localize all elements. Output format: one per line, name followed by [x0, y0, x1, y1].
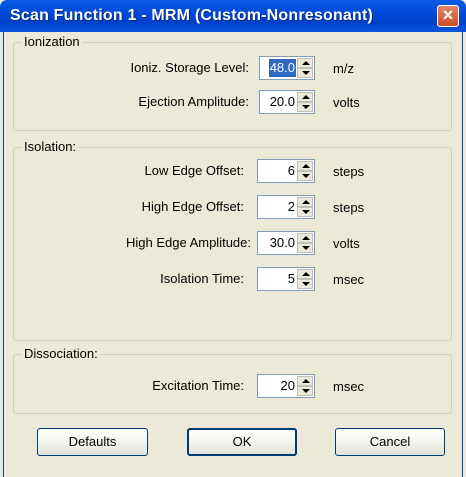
close-button[interactable]: × — [437, 5, 459, 27]
ejection-amplitude-value[interactable]: 20.0 — [269, 93, 296, 111]
spin-down-icon[interactable] — [297, 102, 313, 112]
low-edge-offset-value[interactable]: 6 — [287, 162, 296, 180]
isolation-time-unit: msec — [333, 272, 365, 287]
ejection-amplitude-spinner[interactable]: 20.0 — [259, 90, 315, 114]
spin-up-icon[interactable] — [297, 269, 313, 279]
ejection-amplitude-label: Ejection Amplitude: — [138, 94, 249, 109]
title-bar[interactable]: Scan Function 1 - MRM (Custom-Nonresonan… — [0, 0, 466, 32]
ioniz-storage-level-label: Ioniz. Storage Level: — [130, 60, 249, 75]
high-edge-amplitude-spinner[interactable]: 30.0 — [257, 231, 315, 255]
high-edge-offset-unit: steps — [333, 200, 365, 215]
low-edge-offset-spinner[interactable]: 6 — [257, 159, 315, 183]
ioniz-storage-level-spinner[interactable]: 48.0 — [259, 56, 315, 80]
spin-down-icon[interactable] — [297, 279, 313, 289]
isolation-time-label: Isolation Time: — [160, 271, 244, 286]
high-edge-offset-spinner[interactable]: 2 — [257, 195, 315, 219]
ionization-group — [13, 42, 452, 131]
dialog-window: Scan Function 1 - MRM (Custom-Nonresonan… — [0, 0, 466, 477]
ioniz-storage-level-value[interactable]: 48.0 — [268, 59, 296, 77]
spin-down-icon[interactable] — [297, 207, 313, 217]
defaults-button[interactable]: Defaults — [37, 428, 148, 456]
ok-button[interactable]: OK — [187, 428, 297, 456]
dialog-body: Ionization Ioniz. Storage Level: 48.0 m/… — [3, 32, 463, 477]
excitation-time-unit: msec — [333, 379, 365, 394]
window-title: Scan Function 1 - MRM (Custom-Nonresonan… — [10, 7, 374, 24]
high-edge-amplitude-unit: volts — [333, 236, 360, 251]
low-edge-offset-label: Low Edge Offset: — [144, 163, 245, 178]
ionization-group-title: Ionization — [22, 34, 82, 49]
isolation-group-title: Isolation: — [22, 139, 79, 154]
spin-up-icon[interactable] — [297, 161, 313, 171]
low-edge-offset-unit: steps — [333, 164, 365, 179]
spin-down-icon[interactable] — [297, 171, 313, 181]
ioniz-storage-level-unit: m/z — [333, 61, 354, 76]
excitation-time-spinner[interactable]: 20 — [257, 374, 315, 398]
spin-down-icon[interactable] — [297, 68, 313, 78]
spin-down-icon[interactable] — [297, 243, 313, 253]
spin-up-icon[interactable] — [297, 92, 313, 102]
spin-up-icon[interactable] — [297, 58, 313, 68]
spin-up-icon[interactable] — [297, 376, 313, 386]
isolation-time-value[interactable]: 5 — [287, 270, 296, 288]
close-icon: × — [442, 5, 454, 25]
spin-up-icon[interactable] — [297, 233, 313, 243]
high-edge-amplitude-label: High Edge Amplitude: — [125, 235, 251, 250]
dissociation-group-title: Dissociation: — [22, 346, 100, 361]
ejection-amplitude-unit: volts — [333, 95, 360, 110]
high-edge-offset-label: High Edge Offset: — [141, 199, 244, 214]
isolation-time-spinner[interactable]: 5 — [257, 267, 315, 291]
excitation-time-label: Excitation Time: — [152, 378, 244, 393]
spin-down-icon[interactable] — [297, 386, 313, 396]
excitation-time-value[interactable]: 20 — [280, 377, 296, 395]
cancel-button[interactable]: Cancel — [335, 428, 445, 456]
high-edge-offset-value[interactable]: 2 — [287, 198, 296, 216]
high-edge-amplitude-value[interactable]: 30.0 — [269, 234, 296, 252]
spin-up-icon[interactable] — [297, 197, 313, 207]
